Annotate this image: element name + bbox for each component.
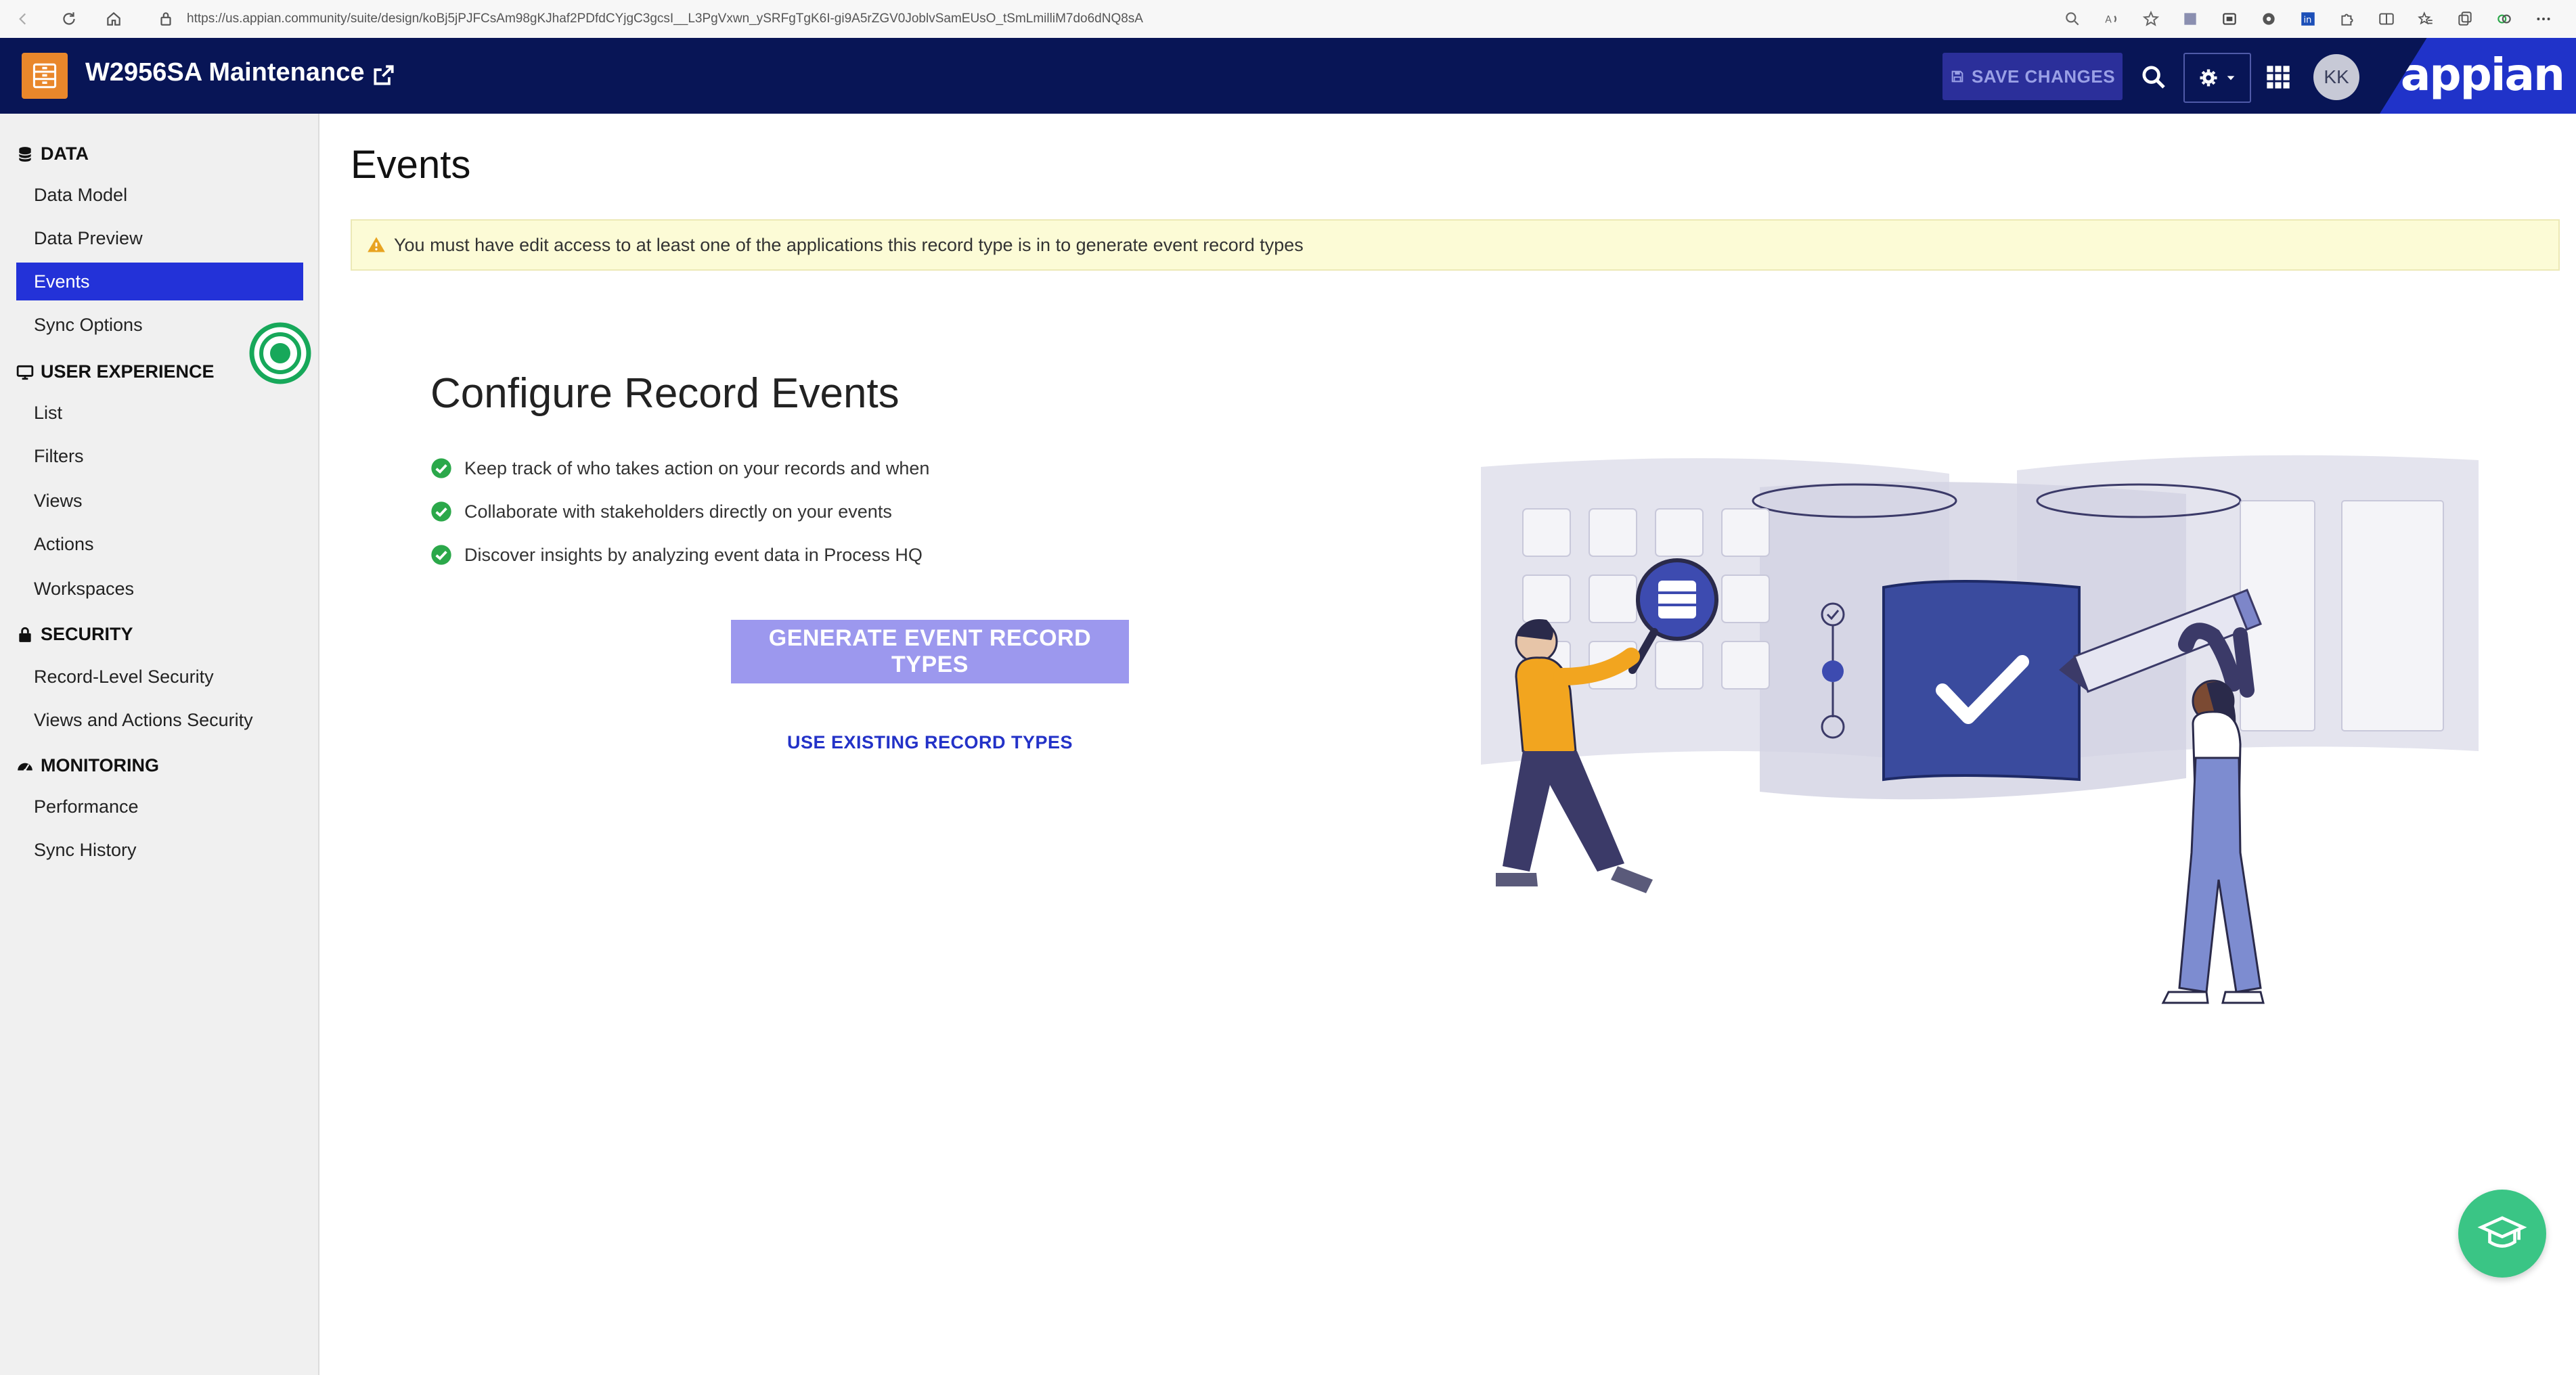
sidebar-item-label: List <box>34 402 63 423</box>
lock-icon <box>160 12 171 26</box>
benefit-item: Collaborate with stakeholders directly o… <box>430 501 892 522</box>
svg-text:A: A <box>2105 14 2112 25</box>
sidebar-item-data-preview[interactable]: Data Preview <box>16 219 303 257</box>
section-user-experience-title: USER EXPERIENCE <box>41 361 215 382</box>
extension-icon[interactable]: in <box>2296 7 2320 31</box>
dashboard-icon <box>18 763 32 772</box>
copilot-icon[interactable] <box>2492 7 2516 31</box>
appian-logo: appian <box>2400 49 2565 101</box>
save-icon <box>1951 70 1963 83</box>
extension-icon[interactable] <box>2178 7 2202 31</box>
configure-record-events-heading: Configure Record Events <box>430 370 900 417</box>
database-icon <box>18 146 32 162</box>
use-existing-record-types-link[interactable]: USE EXISTING RECORD TYPES <box>731 732 1129 753</box>
user-avatar[interactable]: KK <box>2313 54 2359 100</box>
benefit-item: Keep track of who takes action on your r… <box>430 457 929 479</box>
sidebar-item-label: Sync Options <box>34 314 143 335</box>
sidebar-item-label: Events <box>34 271 90 292</box>
warning-banner: You must have edit access to at least on… <box>351 219 2560 271</box>
brand-banner: appian <box>2380 38 2576 114</box>
split-screen-icon[interactable] <box>2374 7 2399 31</box>
extension-icon[interactable] <box>2257 7 2281 31</box>
sidebar-item-events[interactable]: Events <box>16 263 303 300</box>
browser-tools: A in <box>2060 5 2556 32</box>
sidebar-item-label: Views and Actions Security <box>34 709 253 730</box>
external-link-icon[interactable] <box>371 62 397 88</box>
search-icon[interactable] <box>2135 58 2173 96</box>
sidebar-item-label: Data Preview <box>34 227 143 248</box>
sidebar-item-label: Filters <box>34 445 84 466</box>
warning-text: You must have edit access to at least on… <box>394 234 1304 255</box>
sidebar-item-record-level-security[interactable]: Record-Level Security <box>16 658 303 696</box>
check-circle-icon <box>431 458 451 478</box>
sidebar-item-performance[interactable]: Performance <box>16 788 303 826</box>
section-monitoring-title: MONITORING <box>41 755 159 775</box>
sidebar-item-filters[interactable]: Filters <box>16 437 303 475</box>
sidebar: DATA Data Model Data Preview Events Sync… <box>0 114 319 1375</box>
sidebar-item-label: Performance <box>34 796 139 817</box>
save-changes-button[interactable]: SAVE CHANGES <box>1942 53 2123 100</box>
record-type-icon <box>22 53 68 99</box>
benefit-text: Keep track of who takes action on your r… <box>464 457 930 478</box>
settings-menu-button[interactable] <box>2183 53 2251 103</box>
benefit-item: Discover insights by analyzing event dat… <box>430 544 923 566</box>
app-header: W2956SA Maintenance SAVE CHANGES KK appi… <box>0 38 2576 114</box>
favorites-icon[interactable] <box>2414 7 2438 31</box>
check-circle-icon <box>431 501 451 522</box>
help-graduation-cap-button[interactable] <box>2458 1190 2546 1278</box>
read-aloud-icon[interactable]: A <box>2100 7 2124 31</box>
gear-icon <box>2200 69 2217 87</box>
save-changes-label: SAVE CHANGES <box>1971 66 2116 87</box>
sidebar-item-label: Workspaces <box>34 578 135 599</box>
section-data: DATA <box>16 143 89 164</box>
zoom-icon[interactable] <box>2060 7 2085 31</box>
url-text[interactable]: https://us.appian.community/suite/design… <box>187 12 1143 26</box>
sidebar-item-actions[interactable]: Actions <box>16 525 303 563</box>
svg-text:in: in <box>2304 15 2312 25</box>
section-monitoring: MONITORING <box>16 755 159 776</box>
refresh-icon[interactable] <box>55 5 83 32</box>
app-title: W2956SA Maintenance <box>85 58 365 87</box>
page-title: Events <box>351 143 471 187</box>
benefit-text: Discover insights by analyzing event dat… <box>464 544 923 565</box>
click-target-indicator-icon <box>249 322 311 384</box>
collections-icon[interactable] <box>2453 7 2477 31</box>
app-grid-icon[interactable] <box>2259 58 2297 96</box>
back-icon[interactable] <box>9 5 37 32</box>
sidebar-item-list[interactable]: List <box>16 394 303 432</box>
sidebar-item-data-model[interactable]: Data Model <box>16 176 303 214</box>
sidebar-item-views[interactable]: Views <box>16 482 303 520</box>
puzzle-icon[interactable] <box>2335 7 2359 31</box>
sidebar-item-label: Data Model <box>34 184 128 205</box>
section-user-experience: USER EXPERIENCE <box>16 361 215 382</box>
sidebar-item-label: Record-Level Security <box>34 666 214 687</box>
address-bar[interactable]: https://us.appian.community/suite/design… <box>143 4 2106 34</box>
favorite-star-icon[interactable] <box>2139 7 2163 31</box>
monitor-icon <box>16 365 34 380</box>
graduation-cap-icon <box>2477 1216 2527 1248</box>
section-security-title: SECURITY <box>41 624 133 644</box>
sidebar-item-views-actions-security[interactable]: Views and Actions Security <box>16 701 303 739</box>
more-icon[interactable] <box>2531 7 2556 31</box>
generate-event-record-types-button[interactable]: GENERATE EVENT RECORD TYPES <box>731 620 1129 683</box>
lock-icon <box>19 627 31 642</box>
benefit-text: Collaborate with stakeholders directly o… <box>464 501 892 522</box>
home-icon[interactable] <box>100 5 127 32</box>
sidebar-item-sync-history[interactable]: Sync History <box>16 831 303 869</box>
sidebar-item-label: Actions <box>34 533 94 554</box>
sidebar-item-label: Views <box>34 490 83 511</box>
browser-toolbar: https://us.appian.community/suite/design… <box>0 0 2576 39</box>
sidebar-item-label: Sync History <box>34 839 137 860</box>
warning-icon <box>368 237 385 252</box>
section-security: SECURITY <box>16 624 133 645</box>
check-circle-icon <box>431 545 451 565</box>
sidebar-item-workspaces[interactable]: Workspaces <box>16 570 303 608</box>
caret-down-icon <box>2227 76 2235 81</box>
extension-icon[interactable] <box>2217 7 2242 31</box>
record-events-illustration <box>1475 433 2491 1015</box>
section-data-title: DATA <box>41 143 89 164</box>
